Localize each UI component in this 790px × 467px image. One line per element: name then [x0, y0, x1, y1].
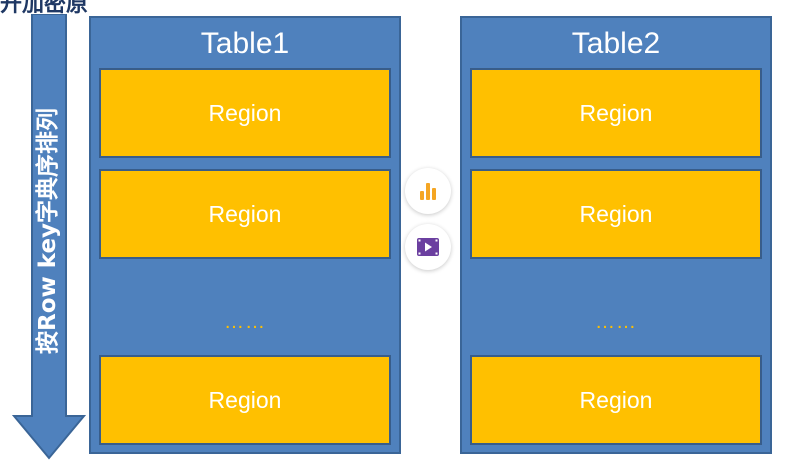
- region-box: Region: [470, 355, 762, 445]
- ellipsis: ……: [595, 311, 637, 333]
- region-box: Region: [99, 68, 391, 158]
- table-1: Table1 Region Region …… Region: [89, 16, 401, 454]
- table-title: Table2: [571, 27, 661, 60]
- chart-button[interactable]: [405, 168, 451, 214]
- region-box: Region: [99, 355, 391, 445]
- table-title: Table1: [200, 27, 290, 60]
- video-button[interactable]: [405, 224, 451, 270]
- region-box: Region: [470, 68, 762, 158]
- region-box: Region: [470, 169, 762, 259]
- ellipsis: ……: [224, 311, 266, 333]
- table-2: Table2 Region Region …… Region: [460, 16, 772, 454]
- region-box: Region: [99, 169, 391, 259]
- video-play-icon: [417, 238, 439, 256]
- bar-chart-icon: [420, 183, 436, 200]
